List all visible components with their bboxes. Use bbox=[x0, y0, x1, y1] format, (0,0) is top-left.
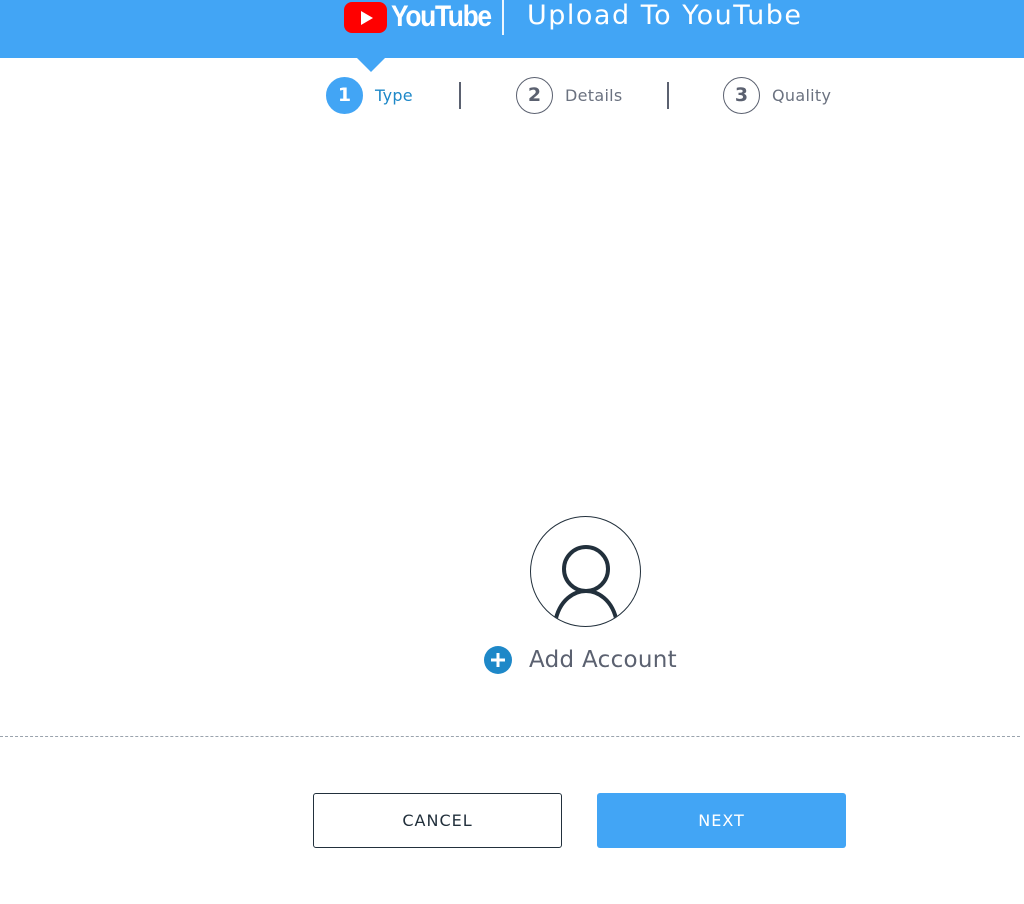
youtube-logo-text: YouTube bbox=[391, 0, 492, 33]
step-separator bbox=[667, 82, 669, 109]
active-step-pointer bbox=[356, 57, 386, 72]
header-divider bbox=[502, 0, 504, 35]
step-label-quality: Quality bbox=[772, 85, 832, 105]
step-label-details: Details bbox=[565, 85, 623, 105]
page-title: Upload To YouTube bbox=[527, 0, 803, 31]
add-account-label: Add Account bbox=[529, 647, 678, 673]
youtube-play-icon bbox=[344, 2, 387, 33]
step-number-2: 2 bbox=[516, 76, 553, 114]
step-details[interactable]: 2 Details bbox=[516, 76, 623, 114]
footer-divider bbox=[0, 736, 1020, 737]
header-bar: YouTube Upload To YouTube bbox=[0, 0, 1024, 58]
add-account-button[interactable]: Add Account bbox=[484, 645, 677, 675]
youtube-logo: YouTube bbox=[344, 0, 504, 34]
plus-icon bbox=[484, 646, 512, 674]
step-number-3: 3 bbox=[723, 76, 760, 114]
next-button[interactable]: NEXT bbox=[597, 793, 846, 848]
avatar-placeholder bbox=[530, 516, 641, 627]
user-icon bbox=[553, 545, 619, 624]
step-indicator: 1 Type 2 Details 3 Quality bbox=[0, 76, 1024, 114]
cancel-button[interactable]: CANCEL bbox=[313, 793, 562, 848]
step-label-type: Type bbox=[375, 85, 413, 105]
step-number-1: 1 bbox=[326, 76, 363, 114]
step-separator bbox=[459, 82, 461, 109]
step-type[interactable]: 1 Type bbox=[326, 76, 413, 114]
step-quality[interactable]: 3 Quality bbox=[723, 76, 831, 114]
